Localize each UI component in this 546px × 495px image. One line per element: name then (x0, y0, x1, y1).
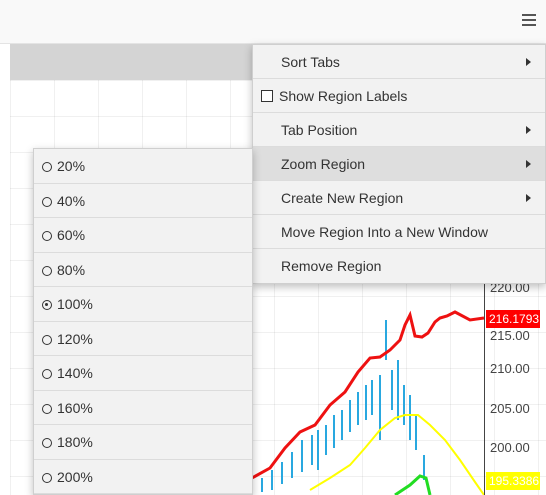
menu-item-label: Create New Region (281, 190, 404, 206)
chevron-right-icon (526, 126, 531, 134)
y-tick-label: 200.00 (490, 440, 530, 455)
menu-item-label: Sort Tabs (281, 54, 340, 70)
radio-icon[interactable] (42, 472, 52, 483)
zoom-option[interactable]: 180% (34, 425, 252, 460)
checkbox-icon[interactable] (261, 90, 273, 102)
menu-item-label: Tab Position (281, 122, 358, 138)
menu-item-create-new-region[interactable]: Create New Region (253, 181, 545, 215)
zoom-submenu: 20% 40% 60% 80% 100% 120% 140% 160% 180% 200% (33, 148, 253, 495)
menu-item-label: Zoom Region (281, 156, 366, 172)
chevron-right-icon (526, 194, 531, 202)
menu-item-move-region-new-window[interactable]: Move Region Into a New Window (253, 215, 545, 249)
context-menu: Sort Tabs Show Region Labels Tab Positio… (252, 44, 546, 284)
y-tick-label: 205.00 (490, 401, 530, 416)
price-bars (261, 320, 425, 492)
zoom-option-label: 180% (57, 434, 93, 450)
zoom-option[interactable]: 120% (34, 322, 252, 356)
zoom-option[interactable]: 100% (34, 287, 252, 322)
zoom-option[interactable]: 160% (34, 391, 252, 425)
zoom-option-label: 40% (57, 192, 86, 209)
menu-item-label: Move Region Into a New Window (281, 224, 488, 240)
zoom-option-label: 120% (57, 330, 93, 347)
low-price-tag: 195.3386 (486, 472, 540, 490)
radio-icon[interactable] (42, 334, 52, 345)
y-tick-label: 210.00 (490, 361, 530, 376)
lower-band-line (394, 474, 432, 495)
menu-item-tab-position[interactable]: Tab Position (253, 113, 545, 147)
radio-icon[interactable] (42, 231, 52, 241)
menu-item-show-region-labels[interactable]: Show Region Labels (253, 79, 545, 113)
zoom-option-label: 140% (57, 365, 93, 381)
zoom-option-label: 160% (57, 399, 93, 416)
last-price-tag: 216.1793 (486, 310, 540, 328)
radio-icon[interactable] (42, 403, 52, 414)
y-tick-label: 215.00 (490, 328, 530, 343)
radio-icon[interactable] (42, 162, 52, 172)
zoom-option-label: 80% (57, 261, 86, 278)
radio-icon[interactable] (42, 369, 52, 379)
zoom-option[interactable]: 40% (34, 184, 252, 218)
menu-item-zoom-region[interactable]: Zoom Region (253, 147, 545, 181)
chevron-right-icon (526, 58, 531, 66)
y-axis-line (484, 280, 485, 495)
zoom-option-label: 60% (57, 227, 86, 243)
zoom-option[interactable]: 140% (34, 356, 252, 391)
radio-checked-icon[interactable] (42, 300, 52, 310)
zoom-option[interactable]: 60% (34, 218, 252, 253)
radio-icon[interactable] (42, 196, 52, 207)
radio-icon[interactable] (42, 265, 52, 276)
zoom-option-label: 100% (57, 296, 93, 312)
chevron-right-icon (526, 160, 531, 168)
menu-item-label: Remove Region (281, 258, 382, 274)
zoom-option[interactable]: 200% (34, 460, 252, 494)
radio-icon[interactable] (42, 438, 52, 448)
middle-band-line (309, 414, 485, 495)
upper-band-line (251, 310, 485, 480)
menu-item-sort-tabs[interactable]: Sort Tabs (253, 45, 545, 79)
zoom-option[interactable]: 20% (34, 149, 252, 184)
zoom-option-label: 20% (57, 158, 86, 174)
menu-item-label: Show Region Labels (279, 88, 408, 104)
zoom-option-label: 200% (57, 468, 93, 485)
menu-item-remove-region[interactable]: Remove Region (253, 249, 545, 283)
zoom-option[interactable]: 80% (34, 253, 252, 287)
